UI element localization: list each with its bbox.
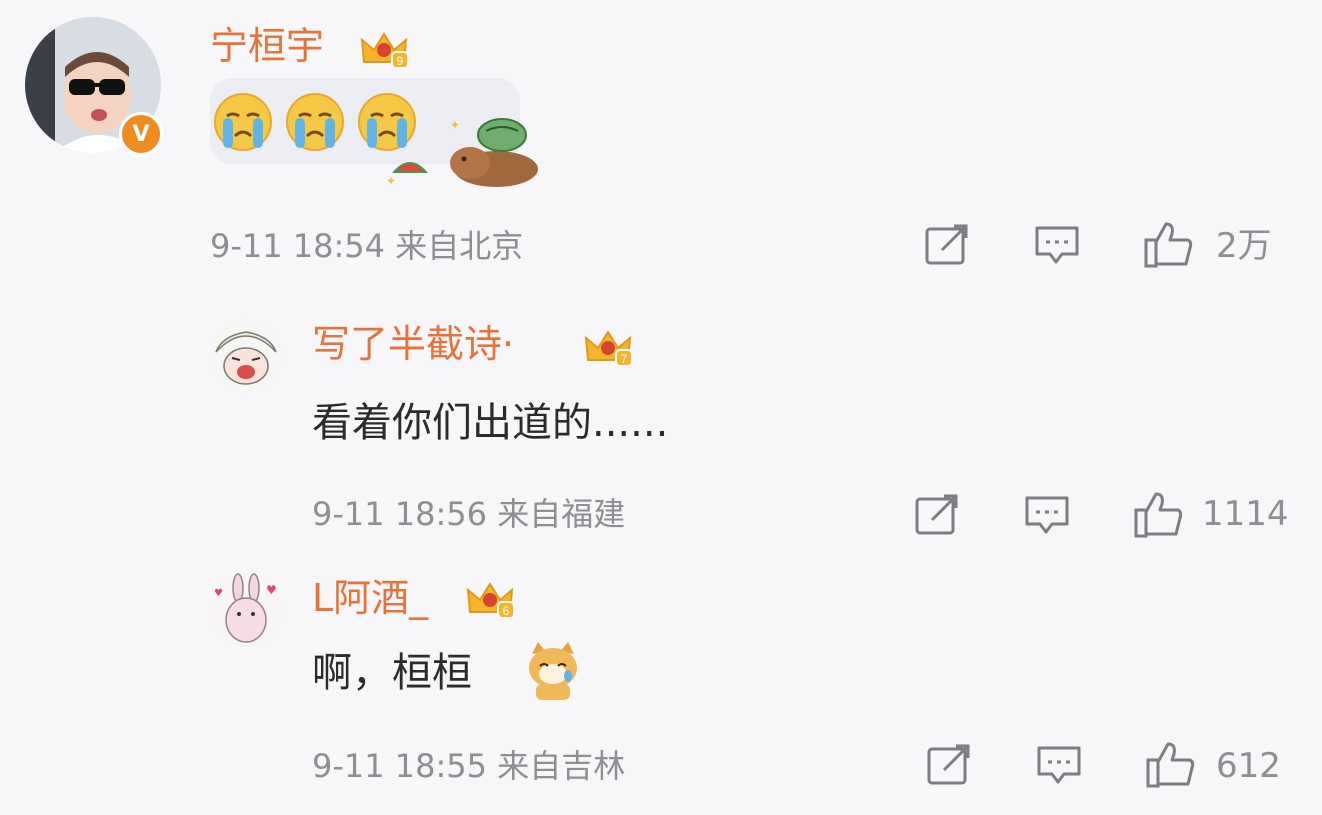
like-icon[interactable] [1134, 490, 1183, 538]
svg-text:♥: ♥ [214, 588, 223, 599]
capybara-sticker-icon: ✦ ✦ [378, 115, 538, 188]
crying-emoji-icon [213, 92, 273, 152]
share-icon[interactable] [924, 224, 970, 266]
svg-text:♥: ♥ [266, 583, 277, 597]
username[interactable]: L阿酒_ [312, 574, 428, 622]
username[interactable]: 写了半截诗· [312, 320, 514, 368]
svg-text:9: 9 [397, 54, 404, 68]
crown-icon: 7 [582, 326, 634, 367]
crown-icon: 9 [358, 28, 410, 69]
crying-dog-sticker-icon [524, 640, 582, 702]
svg-text:6: 6 [503, 604, 510, 618]
avatar[interactable]: ♥ ♥ [208, 572, 284, 648]
comment-meta: 9-11 18:56 来自福建 [312, 495, 626, 533]
svg-text:7: 7 [621, 352, 628, 366]
crown-icon: 6 [464, 578, 516, 619]
avatar[interactable] [208, 318, 284, 394]
reply-icon[interactable] [1034, 224, 1080, 266]
like-icon[interactable] [1144, 220, 1193, 268]
comment-meta: 9-11 18:55 来自吉林 [312, 747, 626, 785]
share-icon[interactable] [914, 494, 960, 536]
verified-badge: V [119, 112, 163, 156]
reply-icon[interactable] [1024, 494, 1070, 536]
crying-emoji-icon [285, 92, 345, 152]
like-icon[interactable] [1146, 740, 1195, 788]
comment-text: 看着你们出道的...... [312, 400, 669, 446]
svg-text:✦: ✦ [450, 118, 460, 132]
like-count: 612 [1216, 746, 1281, 786]
comment-text: 啊，桓桓 [312, 650, 472, 696]
reply-icon[interactable] [1036, 744, 1082, 786]
like-count: 1114 [1202, 494, 1289, 534]
username[interactable]: 宁桓宇 [210, 22, 324, 70]
share-icon[interactable] [926, 744, 972, 786]
like-count: 2万 [1216, 226, 1272, 266]
comment-meta: 9-11 18:54 来自北京 [210, 227, 524, 265]
svg-text:✦: ✦ [386, 174, 396, 187]
